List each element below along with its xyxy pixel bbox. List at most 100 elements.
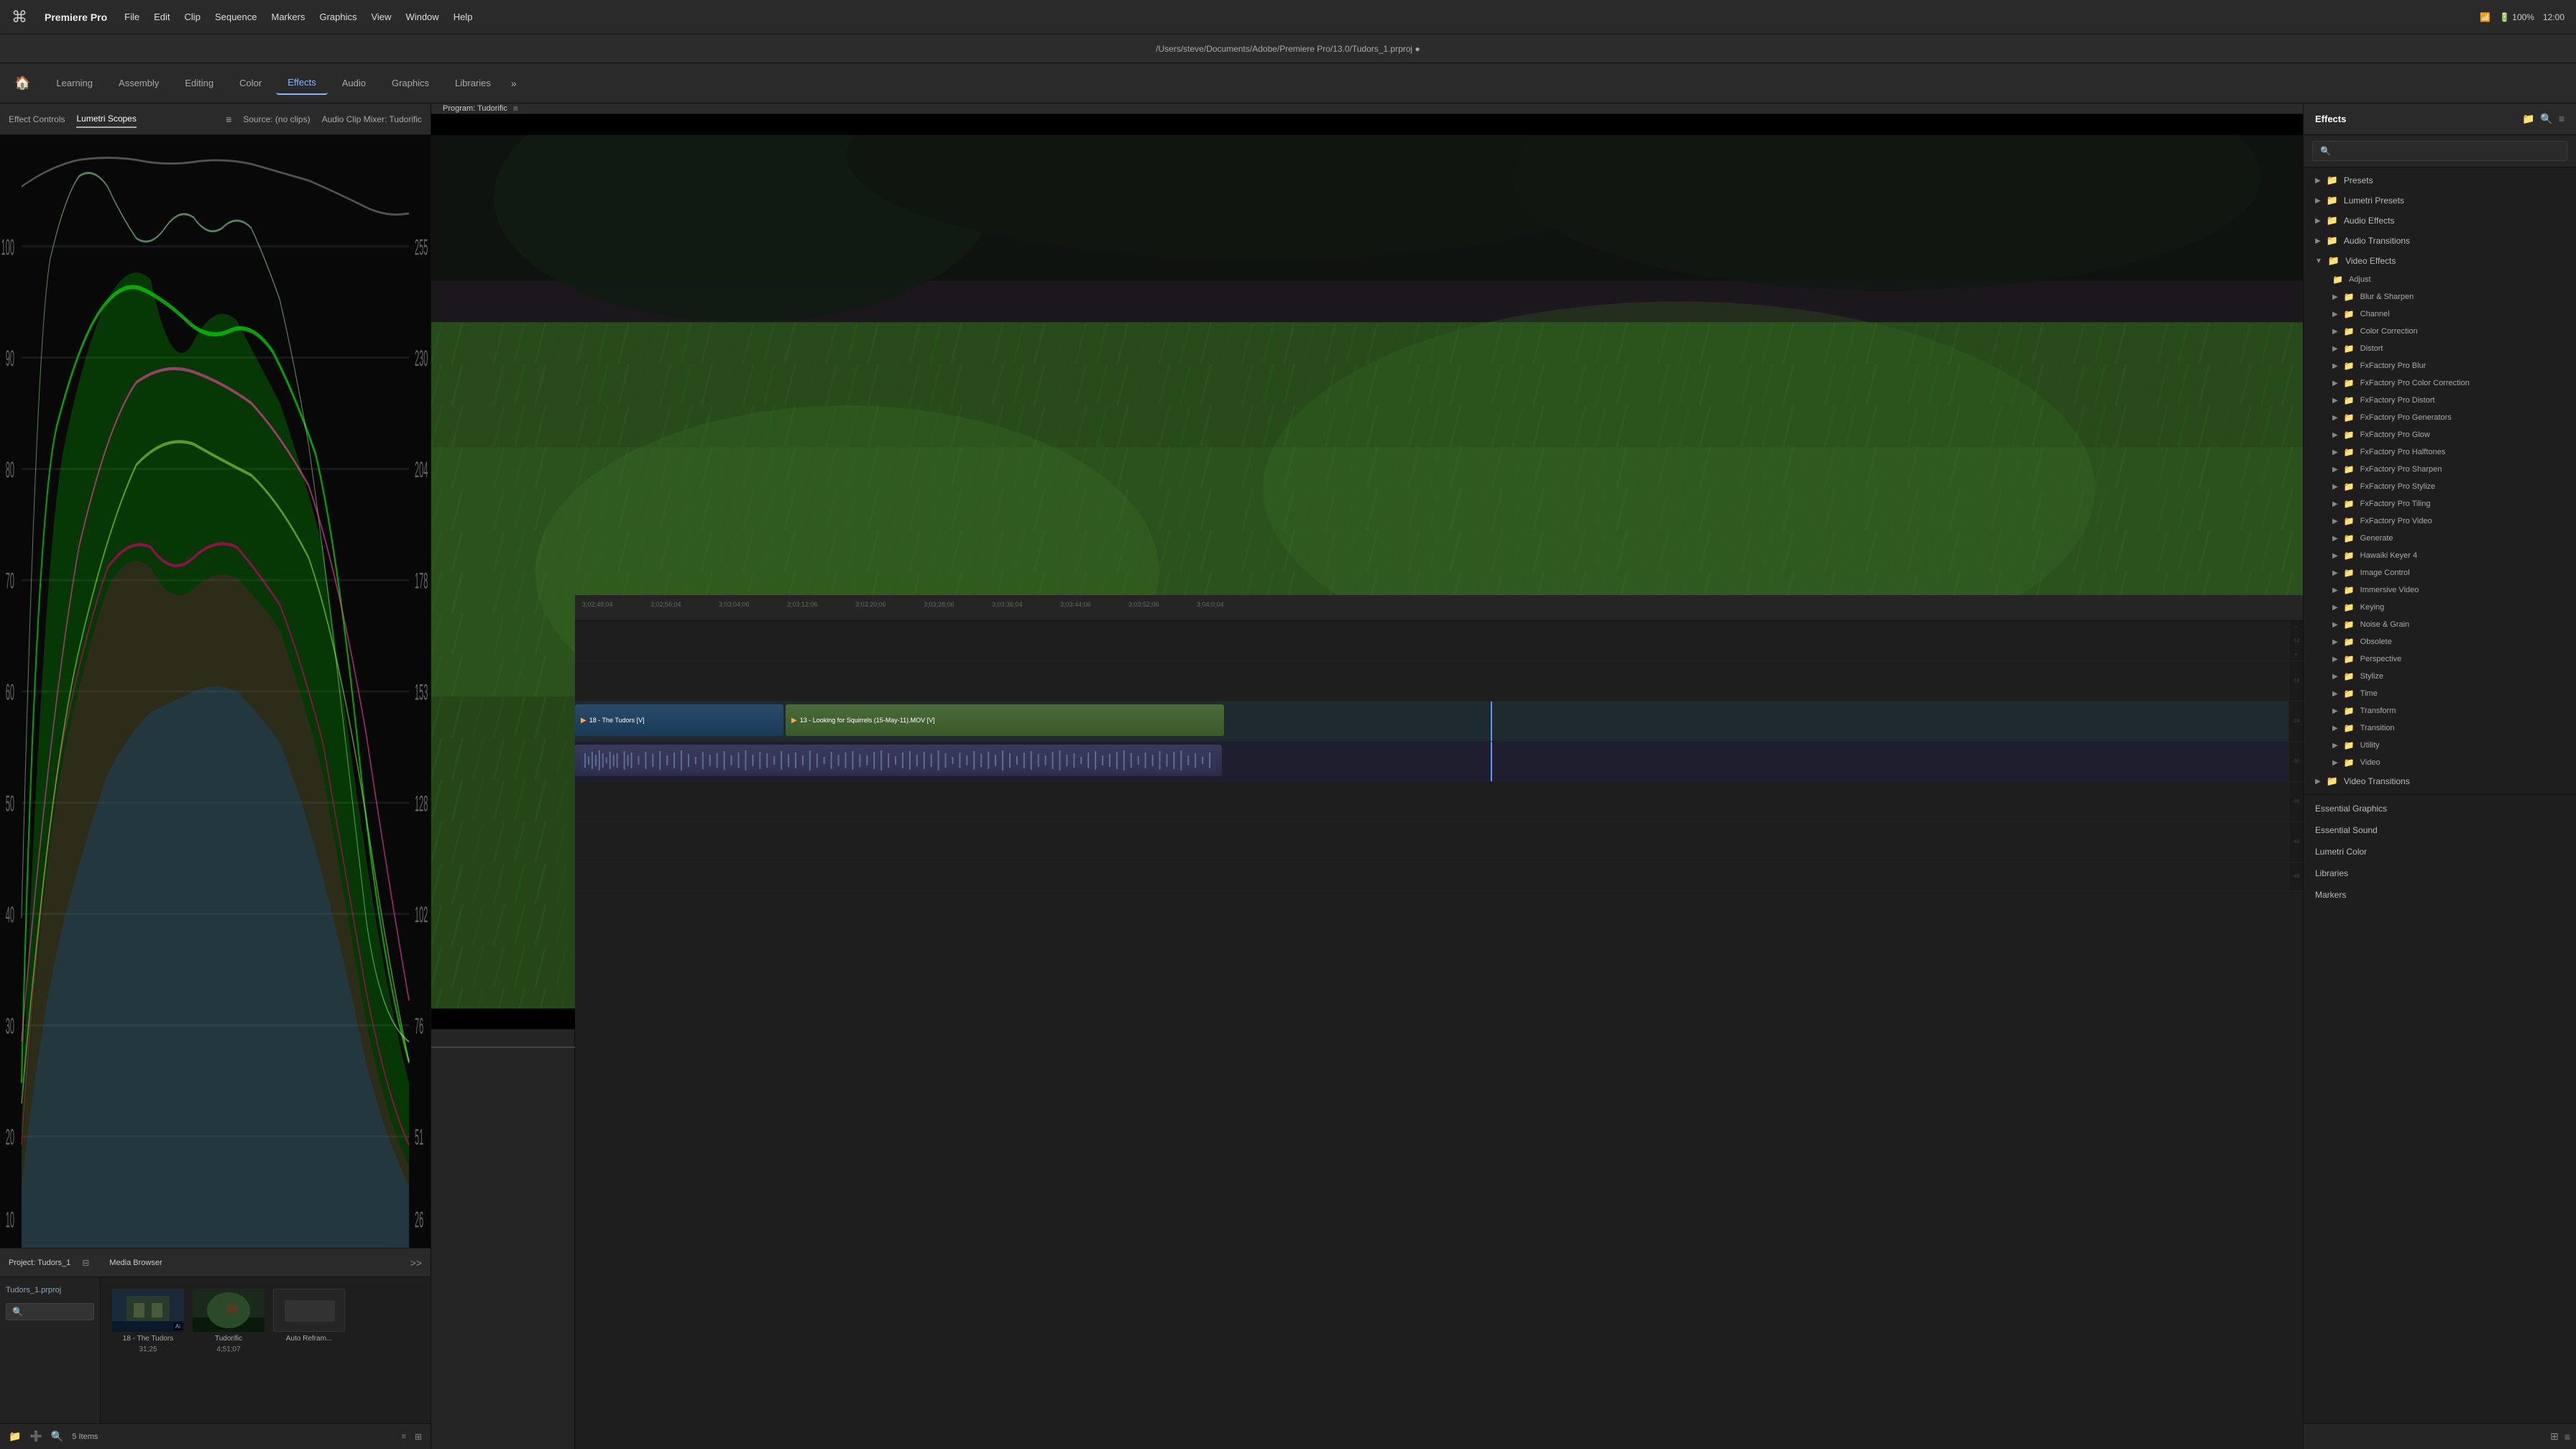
icon-view-icon[interactable]: ⊞ — [415, 1432, 422, 1442]
timeline-v3-track[interactable]: − -12 + — [575, 621, 2303, 661]
tab-audio[interactable]: Audio — [331, 72, 377, 94]
effect-sub-adjust[interactable]: 📁 Adjust — [2304, 271, 2576, 288]
project-search[interactable]: 🔍 — [6, 1303, 94, 1320]
menu-file[interactable]: File — [124, 12, 139, 22]
tab-effect-controls[interactable]: Effect Controls — [9, 111, 65, 127]
tab-effects[interactable]: Effects — [276, 71, 328, 95]
effect-sub-image-control[interactable]: ▶ 📁 Image Control — [2304, 564, 2576, 581]
project-expand-icon[interactable]: >> — [410, 1257, 422, 1269]
tab-graphics[interactable]: Graphics — [380, 72, 441, 94]
timeline-a2-track[interactable]: -36 — [575, 782, 2303, 822]
timeline-v2-track[interactable]: -18 — [575, 661, 2303, 702]
timeline-ruler[interactable]: 3;02;48;04 3;02;56;04 3;03;04;06 3;03;12… — [575, 595, 2303, 621]
effect-sub-immersive-video[interactable]: ▶ 📁 Immersive Video — [2304, 581, 2576, 599]
project-clip-thumb-1[interactable]: Tudorific 4;51;07 — [193, 1289, 264, 1353]
effect-sub-transform[interactable]: ▶ 📁 Transform — [2304, 702, 2576, 719]
menu-help[interactable]: Help — [454, 12, 473, 22]
effect-sub-video[interactable]: ▶ 📁 Video — [2304, 754, 2576, 771]
media-browser-tab[interactable]: Media Browser — [109, 1259, 162, 1267]
height-plus-v3[interactable]: − — [2294, 624, 2298, 630]
effects-grid-view-icon[interactable]: ⊞ — [2550, 1430, 2559, 1443]
program-settings-icon[interactable]: ≡ — [513, 104, 518, 114]
tab-lumetri-scopes[interactable]: Lumetri Scopes — [76, 111, 136, 128]
timeline-clip-v1-2[interactable]: ▶ 13 - Looking for Squirrels (15-May-11)… — [786, 704, 1224, 736]
effect-sub-distort[interactable]: ▶ 📁 Distort — [2304, 340, 2576, 357]
effect-category-video-effects[interactable]: ▼ 📁 Video Effects — [2304, 251, 2576, 271]
effect-sub-fxfactory-color[interactable]: ▶ 📁 FxFactory Pro Color Correction — [2304, 374, 2576, 392]
list-view-icon[interactable]: ≡ — [402, 1432, 406, 1441]
effect-sub-blur-sharpen[interactable]: ▶ 📁 Blur & Sharpen — [2304, 288, 2576, 305]
effect-sub-transition[interactable]: ▶ 📁 Transition — [2304, 719, 2576, 737]
height-minus-v3[interactable]: + — [2294, 651, 2298, 658]
menu-edit[interactable]: Edit — [154, 12, 170, 22]
tab-assembly[interactable]: Assembly — [107, 72, 170, 94]
tab-libraries[interactable]: Libraries — [443, 72, 502, 94]
effect-sub-channel[interactable]: ▶ 📁 Channel — [2304, 305, 2576, 323]
timeline-v1-track[interactable]: ▶ 18 - The Tudors [V] ▶ 13 - Looking for… — [575, 702, 2303, 742]
menu-sequence[interactable]: Sequence — [215, 12, 257, 22]
fxfactory-distort-label: FxFactory Pro Distort — [2360, 396, 2435, 405]
effect-sub-noise-grain[interactable]: ▶ 📁 Noise & Grain — [2304, 616, 2576, 633]
new-item-icon[interactable]: ➕ — [29, 1430, 42, 1443]
project-title-icon[interactable]: ⊟ — [82, 1258, 89, 1268]
essential-sound-item[interactable]: Essential Sound — [2304, 819, 2576, 841]
timeline-clip-v1-1[interactable]: ▶ 18 - The Tudors [V] — [575, 704, 783, 736]
effect-sub-fxfactory-blur[interactable]: ▶ 📁 FxFactory Pro Blur — [2304, 357, 2576, 374]
effect-category-audio-effects[interactable]: ▶ 📁 Audio Effects — [2304, 211, 2576, 231]
timeline-a1-track[interactable]: -30 — [575, 742, 2303, 782]
lumetri-color-item[interactable]: Lumetri Color — [2304, 841, 2576, 862]
tab-color[interactable]: Color — [228, 72, 273, 94]
effect-sub-fxfactory-tiling[interactable]: ▶ 📁 FxFactory Pro Tiling — [2304, 495, 2576, 512]
menu-markers[interactable]: Markers — [272, 12, 305, 22]
effects-list-view-icon[interactable]: ≡ — [2564, 1431, 2570, 1443]
effect-sub-time[interactable]: ▶ 📁 Time — [2304, 685, 2576, 702]
effect-sub-perspective[interactable]: ▶ 📁 Perspective — [2304, 650, 2576, 668]
tab-source[interactable]: Source: (no clips) — [243, 111, 310, 127]
effect-sub-hawaiki-keyer[interactable]: ▶ 📁 Hawaiki Keyer 4 — [2304, 547, 2576, 564]
home-icon[interactable]: 🏠 — [14, 75, 30, 91]
menu-window[interactable]: Window — [405, 12, 438, 22]
timeline-master-track[interactable]: -48 — [575, 862, 2303, 891]
new-custom-bin-icon[interactable]: 📁 — [2522, 113, 2534, 125]
tab-editing[interactable]: Editing — [173, 72, 225, 94]
find-effects-icon[interactable]: 🔍 — [2540, 113, 2552, 125]
effects-list[interactable]: ▶ 📁 Presets ▶ 📁 Lumetri Presets ▶ 📁 Audi… — [2304, 167, 2576, 1423]
tab-learning[interactable]: Learning — [45, 72, 104, 94]
effect-category-video-transitions[interactable]: ▶ 📁 Video Transitions — [2304, 771, 2576, 791]
new-bin-icon[interactable]: 📁 — [9, 1430, 21, 1443]
project-clip-thumb-0[interactable]: Ai 18 - The Tudors 31;25 — [112, 1289, 184, 1353]
libraries-item[interactable]: Libraries — [2304, 862, 2576, 884]
effect-sub-fxfactory-sharpen[interactable]: ▶ 📁 FxFactory Pro Sharpen — [2304, 461, 2576, 478]
effect-sub-color-correction[interactable]: ▶ 📁 Color Correction — [2304, 323, 2576, 340]
effects-search-input[interactable] — [2312, 141, 2567, 161]
find-icon[interactable]: 🔍 — [51, 1430, 63, 1443]
effects-panel-menu-icon[interactable]: ≡ — [2559, 113, 2564, 125]
effect-sub-generate[interactable]: ▶ 📁 Generate — [2304, 530, 2576, 547]
effect-category-audio-transitions[interactable]: ▶ 📁 Audio Transitions — [2304, 231, 2576, 251]
timeline-tracks-area[interactable]: 3;02;48;04 3;02;56;04 3;03;04;06 3;03;12… — [575, 595, 2303, 1449]
effect-sub-fxfactory-generators[interactable]: ▶ 📁 FxFactory Pro Generators — [2304, 409, 2576, 426]
tab-audio-clip-mixer[interactable]: Audio Clip Mixer: Tudorific — [322, 111, 422, 127]
lumetri-scopes-menu-icon[interactable]: ≡ — [226, 114, 231, 125]
menu-graphics[interactable]: Graphics — [319, 12, 356, 22]
effect-category-presets[interactable]: ▶ 📁 Presets — [2304, 170, 2576, 190]
menu-clip[interactable]: Clip — [185, 12, 201, 22]
effect-sub-keying[interactable]: ▶ 📁 Keying — [2304, 599, 2576, 616]
timeline-clip-a1[interactable] — [575, 745, 1222, 776]
effect-category-lumetri-presets[interactable]: ▶ 📁 Lumetri Presets — [2304, 190, 2576, 211]
more-workspaces-icon[interactable]: » — [511, 78, 517, 89]
effect-sub-fxfactory-distort[interactable]: ▶ 📁 FxFactory Pro Distort — [2304, 392, 2576, 409]
effect-sub-fxfactory-video[interactable]: ▶ 📁 FxFactory Pro Video — [2304, 512, 2576, 530]
markers-item[interactable]: Markers — [2304, 884, 2576, 906]
essential-graphics-item[interactable]: Essential Graphics — [2304, 798, 2576, 819]
effect-sub-fxfactory-halftones[interactable]: ▶ 📁 FxFactory Pro Halftones — [2304, 443, 2576, 461]
project-bin-item[interactable]: Auto Refram... — [273, 1289, 345, 1353]
stylize-chevron-icon: ▶ — [2332, 673, 2338, 681]
effect-sub-fxfactory-stylize[interactable]: ▶ 📁 FxFactory Pro Stylize — [2304, 478, 2576, 495]
effect-sub-stylize[interactable]: ▶ 📁 Stylize — [2304, 668, 2576, 685]
effect-sub-utility[interactable]: ▶ 📁 Utility — [2304, 737, 2576, 754]
timeline-a3-track[interactable]: -42 — [575, 822, 2303, 862]
menu-view[interactable]: View — [371, 12, 391, 22]
effect-sub-obsolete[interactable]: ▶ 📁 Obsolete — [2304, 633, 2576, 650]
effect-sub-fxfactory-glow[interactable]: ▶ 📁 FxFactory Pro Glow — [2304, 426, 2576, 443]
